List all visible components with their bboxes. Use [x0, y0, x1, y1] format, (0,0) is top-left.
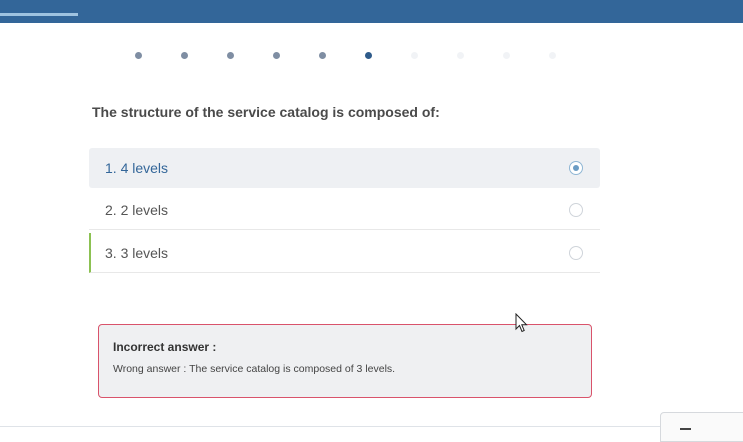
mouse-pointer-icon	[515, 313, 528, 333]
minus-icon	[680, 428, 691, 430]
step-dot-7	[411, 52, 418, 59]
top-header-bar	[0, 0, 743, 23]
answer-option-2[interactable]: 2. 2 levels	[89, 190, 600, 230]
step-dot-5[interactable]	[319, 52, 326, 59]
step-dot-10	[549, 52, 556, 59]
step-dot-4[interactable]	[273, 52, 280, 59]
answer-option-1[interactable]: 1. 4 levels	[89, 148, 600, 188]
feedback-title: Incorrect answer :	[113, 340, 217, 354]
feedback-message: Wrong answer : The service catalog is co…	[113, 363, 396, 375]
answer-option-label: 2. 2 levels	[105, 201, 169, 218]
radio-button-selected[interactable]	[569, 161, 583, 175]
step-dot-1[interactable]	[135, 52, 142, 59]
step-dot-2[interactable]	[181, 52, 188, 59]
question-text: The structure of the service catalog is …	[92, 104, 440, 120]
step-dot-6-current[interactable]	[365, 52, 372, 59]
answer-option-3[interactable]: 3. 3 levels	[89, 233, 600, 273]
answer-option-label: 1. 4 levels	[105, 160, 169, 176]
quiz-progress-bar	[0, 13, 78, 16]
step-indicator	[0, 52, 743, 62]
feedback-box: Incorrect answer : Wrong answer : The se…	[98, 324, 592, 398]
radio-button[interactable]	[569, 245, 583, 260]
answer-option-label: 3. 3 levels	[105, 244, 169, 261]
radio-button[interactable]	[569, 202, 583, 217]
step-dot-8	[457, 52, 464, 59]
step-dot-3[interactable]	[227, 52, 234, 59]
footer-divider	[0, 426, 743, 427]
step-dot-9	[503, 52, 510, 59]
corner-widget[interactable]	[660, 412, 743, 442]
